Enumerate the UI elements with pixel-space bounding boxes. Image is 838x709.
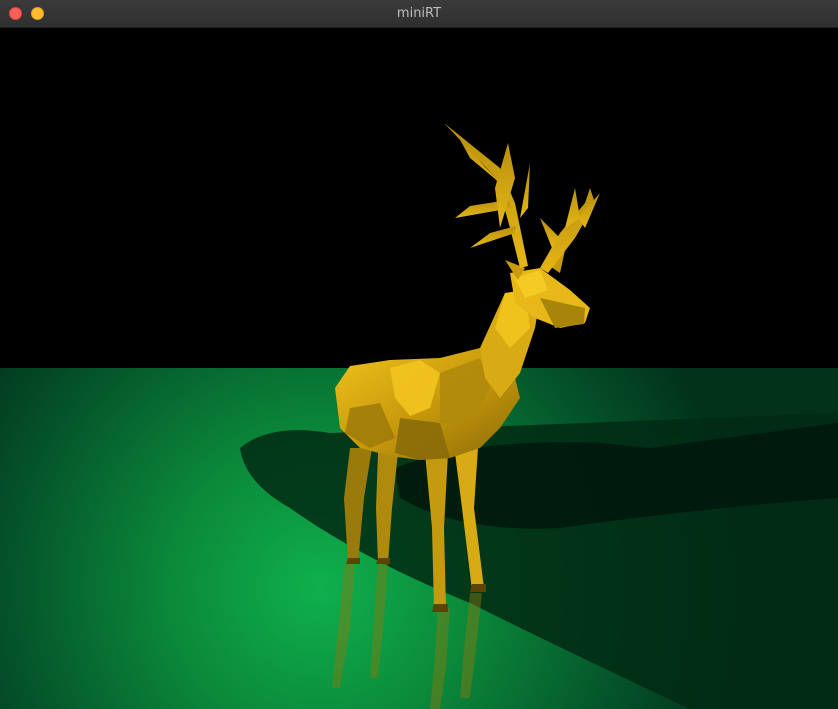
window-title: miniRT: [396, 6, 442, 21]
rendered-scene: [0, 28, 838, 709]
window-titlebar[interactable]: miniRT: [0, 0, 838, 28]
background-sky: [0, 28, 838, 368]
app-window: miniRT: [0, 0, 838, 709]
render-viewport: [0, 28, 838, 709]
